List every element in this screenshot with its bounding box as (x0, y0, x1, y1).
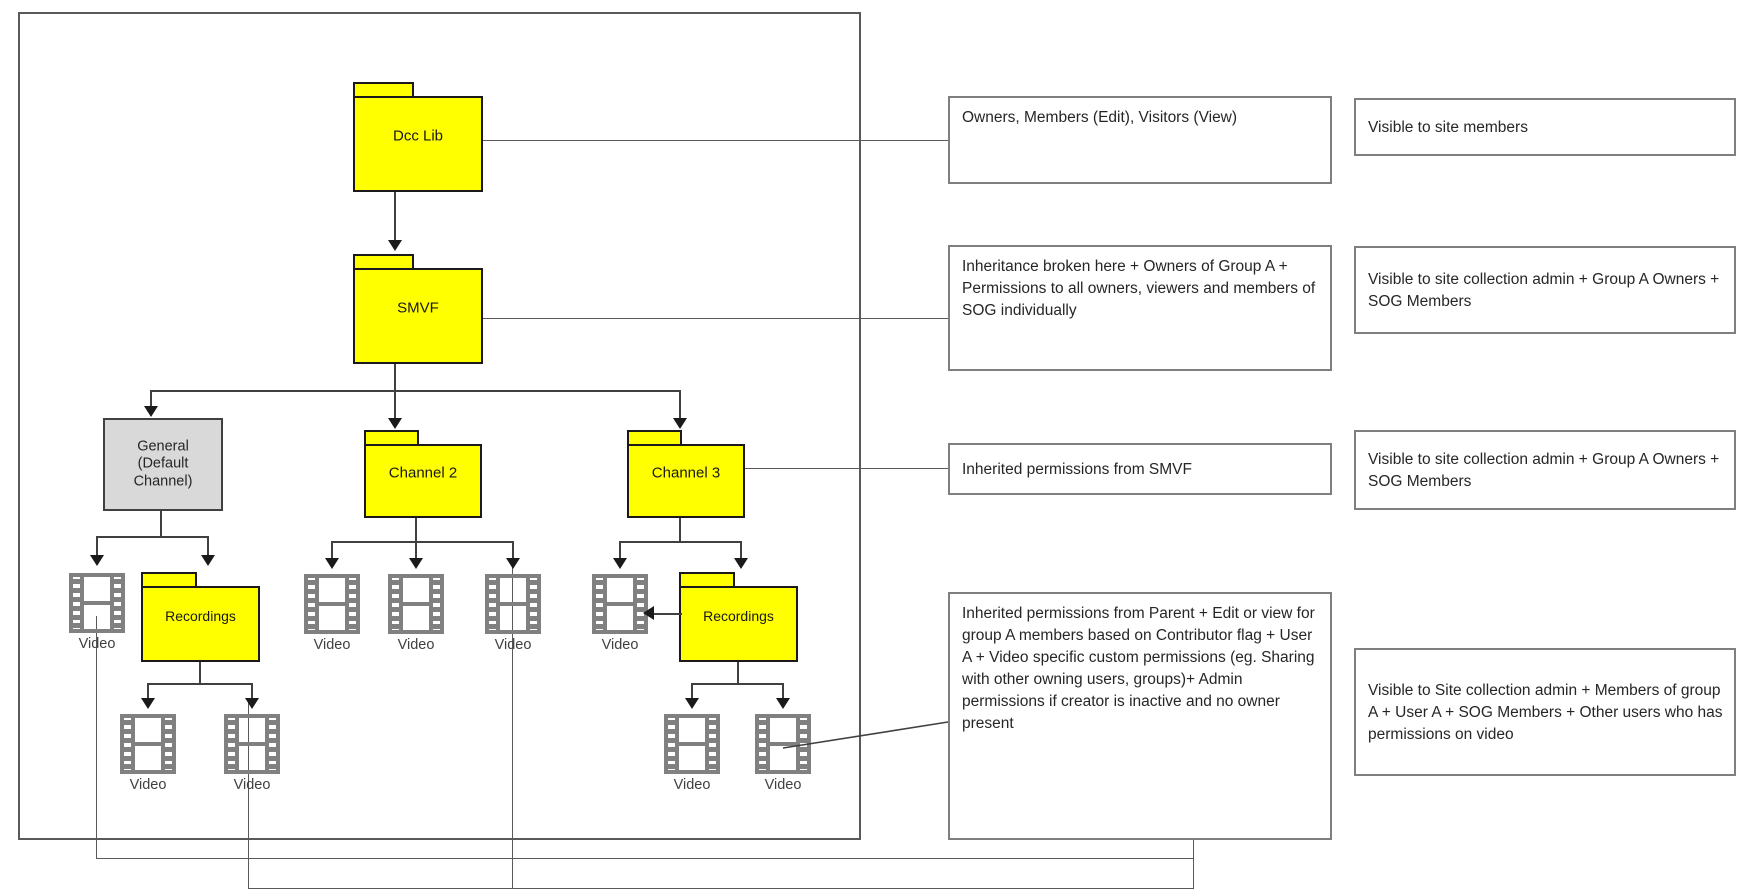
connector-general-bus (96, 536, 208, 538)
video-channel2-2-label: Video (397, 637, 435, 653)
arrowhead-doclib-to-smvf (388, 240, 402, 251)
arrowhead-general-to-video (90, 555, 104, 566)
video-channel2-1-label: Video (313, 637, 351, 653)
video-channel2-3[interactable]: Video (484, 573, 542, 663)
folder-body (364, 444, 482, 518)
connector-channel2-bus (331, 541, 513, 543)
video-icon (120, 714, 176, 774)
connector-smvf-bus (150, 390, 679, 392)
folder-body (679, 586, 798, 662)
note-permissions-channel3: Inherited permissions from SMVF (948, 443, 1332, 495)
video-recordings-general-1[interactable]: Video (119, 713, 177, 803)
folder-body (353, 268, 483, 364)
connector-doclib-to-note (483, 140, 948, 141)
connector-recordings-general-bus (147, 683, 252, 685)
node-recordings-general[interactable]: Recordings (141, 572, 264, 666)
node-doc-lib[interactable]: Dcc Lib (353, 82, 487, 196)
node-smvf[interactable]: SMVF (353, 254, 487, 368)
connector-channel2-drop (415, 518, 417, 542)
note-visibility-doc-lib: Visible to site members (1354, 98, 1736, 156)
connector-channel3-drop (679, 518, 681, 542)
video-icon (304, 574, 360, 634)
diagram-canvas: Dcc Lib SMVF General (Default Channel) V… (0, 0, 1752, 891)
connector-doclib-to-smvf (394, 192, 396, 244)
connector-recordings-channel3-drop (737, 662, 739, 684)
note-permissions-smvf: Inheritance broken here + Owners of Grou… (948, 245, 1332, 371)
node-general-default-channel[interactable]: General (Default Channel) (103, 418, 225, 513)
bottom-rail-lower (248, 888, 1194, 889)
folder-body (627, 444, 745, 518)
connector-recordings-channel3-to-video (652, 613, 682, 615)
arrowhead-smvf-to-channel2 (388, 418, 402, 429)
video-recordings-general-2[interactable]: Video (223, 713, 281, 803)
arrowhead-recordings-channel3-to-video (643, 606, 654, 620)
video-icon (69, 573, 125, 633)
arrowhead-recordings-general-video2 (245, 698, 259, 709)
video-recordings-channel3-1-label: Video (673, 777, 711, 793)
note-permissions-doc-lib: Owners, Members (Edit), Visitors (View) (948, 96, 1332, 184)
arrowhead-recordings-general-video1 (141, 698, 155, 709)
note-permissions-video: Inherited permissions from Parent + Edit… (948, 592, 1332, 840)
video-general[interactable]: Video (68, 572, 126, 662)
arrowhead-channel2-video2 (409, 558, 423, 569)
arrowhead-recordings-channel3-video1 (685, 698, 699, 709)
note-visibility-video: Visible to Site collection admin + Membe… (1354, 648, 1736, 776)
video-icon (388, 574, 444, 634)
arrowhead-channel2-video1 (325, 558, 339, 569)
video-recordings-general-2-label: Video (233, 777, 271, 793)
video-channel3-1-label: Video (601, 637, 639, 653)
arrowhead-smvf-to-channel3 (673, 418, 687, 429)
node-general-default-channel-label: General (Default Channel) (133, 437, 193, 490)
arrowhead-smvf-to-general (144, 406, 158, 417)
arrowhead-channel2-video3 (506, 558, 520, 569)
connector-general-drop (160, 511, 162, 537)
folder-body (353, 96, 483, 192)
video-icon (592, 574, 648, 634)
video-general-label: Video (78, 636, 116, 652)
connector-channel3-bus (619, 541, 741, 543)
connector-channel3-to-note (745, 468, 948, 469)
bottom-rail-right-riser (1193, 832, 1194, 889)
connector-smvf-drop (394, 364, 396, 391)
video-channel3-1[interactable]: Video (591, 573, 649, 663)
note-visibility-channel3: Visible to site collection admin + Group… (1354, 430, 1736, 510)
video-icon (664, 714, 720, 774)
video-channel2-2[interactable]: Video (387, 573, 445, 663)
node-recordings-channel3[interactable]: Recordings (679, 572, 802, 666)
node-channel-3[interactable]: Channel 3 (627, 430, 749, 522)
bottom-rail-upper (96, 858, 1194, 859)
arrowhead-general-to-recordings (201, 555, 215, 566)
video-channel2-1[interactable]: Video (303, 573, 361, 663)
video-icon (224, 714, 280, 774)
connector-recordings-general-drop (199, 662, 201, 684)
video-channel2-3-label: Video (494, 637, 532, 653)
folder-body (141, 586, 260, 662)
video-recordings-channel3-1[interactable]: Video (663, 713, 721, 803)
arrowhead-channel3-video1 (613, 558, 627, 569)
video-recordings-general-1-label: Video (129, 777, 167, 793)
video-recordings-channel3-2-label: Video (764, 777, 802, 793)
video-icon (485, 574, 541, 634)
note-visibility-smvf: Visible to site collection admin + Group… (1354, 246, 1736, 334)
connector-smvf-to-note (483, 318, 948, 319)
arrowhead-channel3-recordings (734, 558, 748, 569)
connector-video-to-permission-note (782, 721, 949, 749)
connector-recordings-channel3-bus (691, 683, 783, 685)
node-channel-2[interactable]: Channel 2 (364, 430, 486, 522)
